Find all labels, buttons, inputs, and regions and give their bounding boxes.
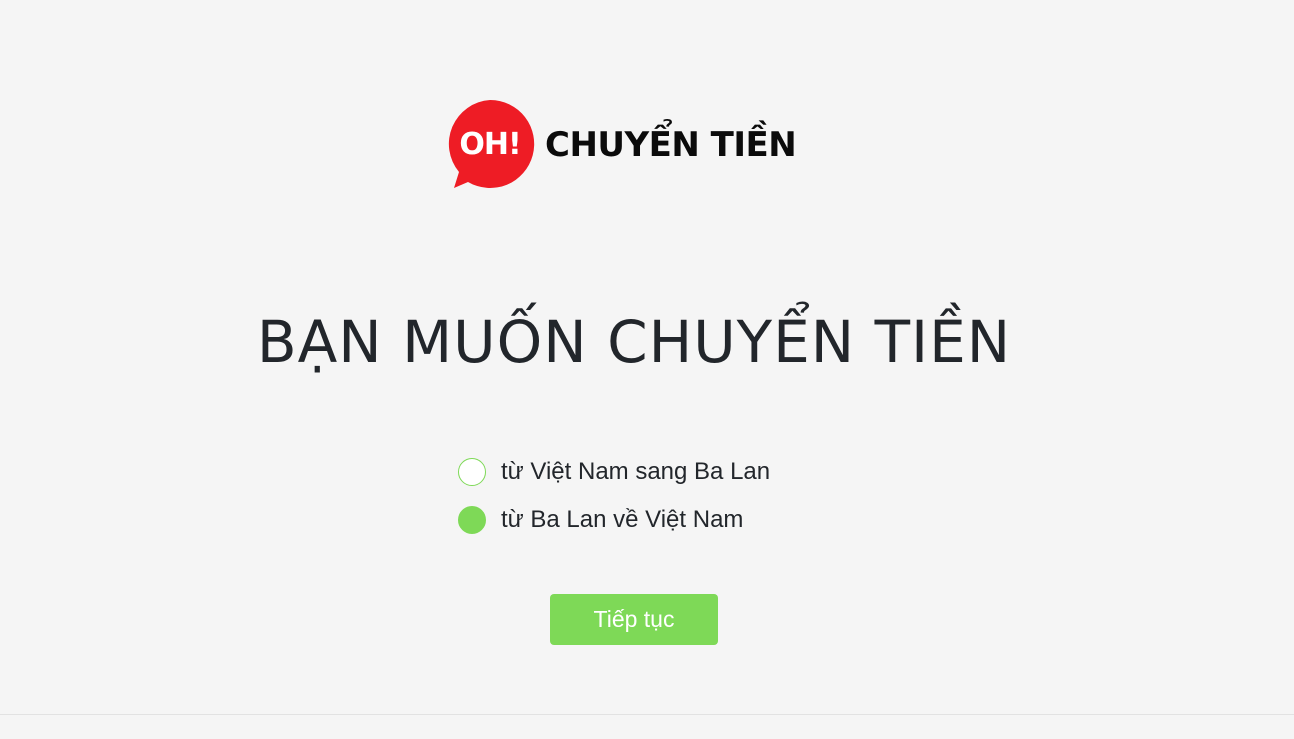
speech-bubble-icon: OH! bbox=[446, 100, 536, 190]
logo: OH! CHUYỂN TIỀN bbox=[446, 100, 797, 190]
radio-button-poland-to-vietnam[interactable] bbox=[458, 506, 486, 534]
logo-wordmark: CHUYỂN TIỀN bbox=[545, 125, 797, 165]
transfer-direction-group: từ Việt Nam sang Ba Lan từ Ba Lan về Việ… bbox=[458, 448, 770, 544]
logo-badge-text: OH! bbox=[459, 126, 521, 162]
option-poland-to-vietnam[interactable]: từ Ba Lan về Việt Nam bbox=[458, 496, 770, 544]
radio-button-vietnam-to-poland[interactable] bbox=[458, 458, 486, 486]
option-label: từ Ba Lan về Việt Nam bbox=[501, 506, 744, 533]
option-vietnam-to-poland[interactable]: từ Việt Nam sang Ba Lan bbox=[458, 448, 770, 496]
footer-divider bbox=[0, 714, 1294, 715]
continue-button[interactable]: Tiếp tục bbox=[550, 594, 718, 645]
option-label: từ Việt Nam sang Ba Lan bbox=[501, 458, 771, 485]
page-title: BẠN MUỐN CHUYỂN TIỀN bbox=[256, 308, 1012, 376]
